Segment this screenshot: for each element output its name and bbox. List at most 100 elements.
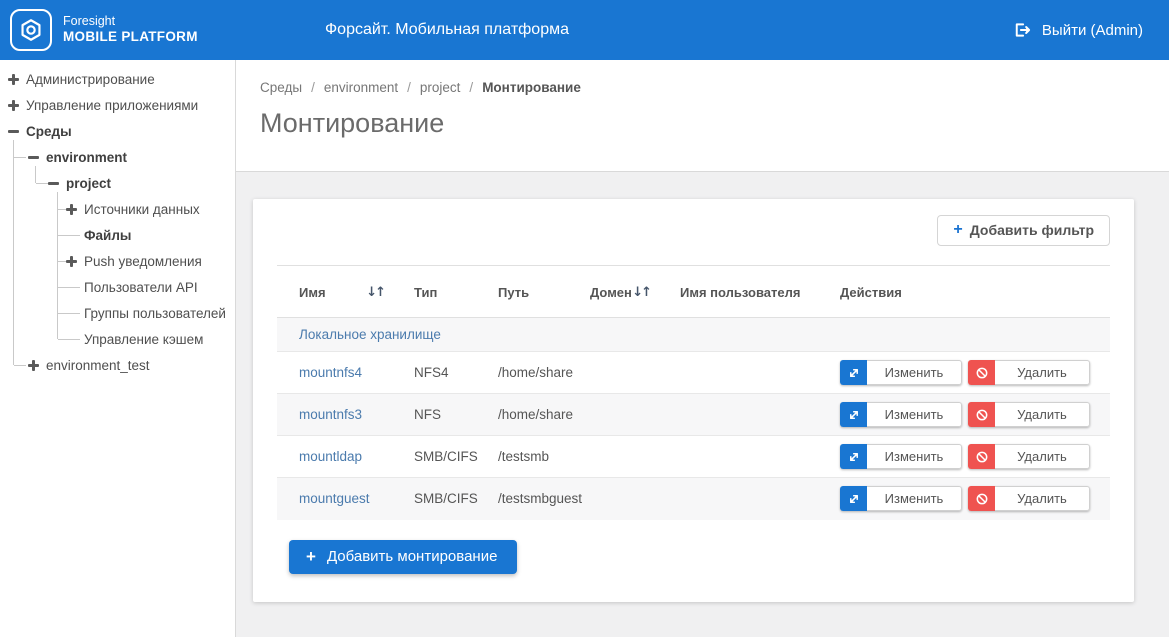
sidebar-item-label: Управление приложениями bbox=[26, 98, 198, 113]
breadcrumb-separator: / bbox=[311, 80, 315, 95]
mount-path-cell: /home/share bbox=[476, 352, 568, 394]
delete-ban-icon bbox=[968, 486, 995, 511]
logo-line2: MOBILE PLATFORM bbox=[63, 29, 198, 46]
breadcrumb-link-project[interactable]: project bbox=[420, 80, 461, 95]
mount-domain-cell bbox=[568, 352, 658, 394]
mounts-table: Имя ↓↑ Тип Путь bbox=[277, 265, 1110, 520]
mount-username-cell bbox=[658, 352, 818, 394]
sidebar-item-label: Источники данных bbox=[84, 202, 200, 217]
sidebar-tree: Администрирование Управление приложениям… bbox=[0, 60, 236, 637]
sidebar-item-environment[interactable]: environment bbox=[0, 144, 235, 170]
logout-button[interactable]: Выйти (Admin) bbox=[1013, 21, 1143, 39]
delete-button[interactable]: Удалить bbox=[968, 360, 1090, 385]
sidebar-item-app-management[interactable]: Управление приложениями bbox=[0, 92, 235, 118]
column-label: Путь bbox=[498, 285, 529, 300]
plus-icon: + bbox=[306, 548, 316, 565]
sidebar-item-label: environment bbox=[46, 150, 127, 165]
edit-button[interactable]: Изменить bbox=[840, 402, 962, 427]
delete-button[interactable]: Удалить bbox=[968, 444, 1090, 469]
add-mount-button[interactable]: + Добавить монтирование bbox=[289, 540, 517, 574]
sort-icon[interactable]: ↓↑ bbox=[632, 285, 652, 300]
sidebar-item-label: Push уведомления bbox=[84, 254, 202, 269]
delete-button[interactable]: Удалить bbox=[968, 486, 1090, 511]
expand-plus-icon[interactable] bbox=[66, 256, 77, 267]
sidebar-item-api-users[interactable]: Пользователи API bbox=[0, 274, 235, 300]
delete-ban-icon bbox=[968, 444, 995, 469]
edit-label: Изменить bbox=[867, 444, 962, 469]
column-header-username: Имя пользователя bbox=[658, 266, 818, 318]
mount-name-link[interactable]: mountnfs4 bbox=[299, 365, 362, 380]
edit-arrows-icon bbox=[840, 486, 867, 511]
mount-path-cell: /testsmb bbox=[476, 436, 568, 478]
mount-type-cell: SMB/CIFS bbox=[392, 478, 476, 520]
breadcrumb-link-environment[interactable]: environment bbox=[324, 80, 398, 95]
column-header-actions: Действия bbox=[818, 266, 1110, 318]
group-row-local-storage: Локальное хранилище bbox=[277, 318, 1110, 352]
collapse-minus-icon[interactable] bbox=[28, 152, 39, 163]
local-storage-link[interactable]: Локальное хранилище bbox=[299, 327, 441, 342]
delete-label: Удалить bbox=[995, 486, 1090, 511]
delete-button[interactable]: Удалить bbox=[968, 402, 1090, 427]
mount-username-cell bbox=[658, 478, 818, 520]
page-title: Монтирование bbox=[260, 108, 1169, 139]
mount-type-cell: NFS4 bbox=[392, 352, 476, 394]
expand-plus-icon[interactable] bbox=[8, 100, 19, 111]
sidebar-item-administration[interactable]: Администрирование bbox=[0, 66, 235, 92]
sidebar-item-cache-management[interactable]: Управление кэшем bbox=[0, 326, 235, 352]
add-filter-button[interactable]: + Добавить фильтр bbox=[937, 215, 1110, 246]
sidebar-item-project[interactable]: project bbox=[0, 170, 235, 196]
column-header-name[interactable]: Имя ↓↑ bbox=[277, 266, 392, 318]
breadcrumb: Среды / environment / project / Монтиров… bbox=[236, 60, 1169, 95]
sidebar-item-label: Группы пользователей bbox=[84, 306, 226, 321]
breadcrumb-link-environments[interactable]: Среды bbox=[260, 80, 302, 95]
sidebar-item-data-sources[interactable]: Источники данных bbox=[0, 196, 235, 222]
edit-button[interactable]: Изменить bbox=[840, 444, 962, 469]
delete-label: Удалить bbox=[995, 402, 1090, 427]
edit-button[interactable]: Изменить bbox=[840, 486, 962, 511]
sidebar-item-label: Среды bbox=[26, 124, 72, 139]
logo-line1: Foresight bbox=[63, 14, 198, 30]
edit-arrows-icon bbox=[840, 360, 867, 385]
collapse-minus-icon[interactable] bbox=[8, 126, 19, 137]
sidebar-item-user-groups[interactable]: Группы пользователей bbox=[0, 300, 235, 326]
edit-label: Изменить bbox=[867, 402, 962, 427]
mount-domain-cell bbox=[568, 436, 658, 478]
mount-path-cell: /home/share bbox=[476, 394, 568, 436]
sidebar-item-push-notifications[interactable]: Push уведомления bbox=[0, 248, 235, 274]
logout-label: Выйти (Admin) bbox=[1042, 22, 1143, 39]
table-row: mountguest SMB/CIFS /testsmbguest bbox=[277, 478, 1110, 520]
expand-plus-icon[interactable] bbox=[66, 204, 77, 215]
mount-type-cell: SMB/CIFS bbox=[392, 436, 476, 478]
sort-icon[interactable]: ↓↑ bbox=[366, 285, 386, 300]
mounts-card: + Добавить фильтр Имя bbox=[253, 199, 1134, 602]
mount-name-link[interactable]: mountldap bbox=[299, 449, 362, 464]
expand-plus-icon[interactable] bbox=[28, 360, 39, 371]
mount-type-cell: NFS bbox=[392, 394, 476, 436]
breadcrumb-current: Монтирование bbox=[482, 80, 581, 95]
app-title: Форсайт. Мобильная платформа bbox=[325, 21, 569, 39]
sidebar-item-environments[interactable]: Среды bbox=[0, 118, 235, 144]
column-header-domain[interactable]: Домен ↓↑ bbox=[568, 266, 658, 318]
sidebar-item-environment-test[interactable]: environment_test bbox=[0, 352, 235, 378]
table-header-row: Имя ↓↑ Тип Путь bbox=[277, 266, 1110, 318]
sidebar-item-label: Администрирование bbox=[26, 72, 155, 87]
mount-path-cell: /testsmbguest bbox=[476, 478, 568, 520]
logo[interactable]: Foresight MOBILE PLATFORM bbox=[10, 9, 198, 51]
expand-plus-icon[interactable] bbox=[8, 74, 19, 85]
add-mount-label: Добавить монтирование bbox=[327, 548, 497, 565]
column-label: Тип bbox=[414, 285, 437, 300]
column-label: Имя пользователя bbox=[680, 285, 800, 300]
delete-label: Удалить bbox=[995, 444, 1090, 469]
sidebar-item-files[interactable]: Файлы bbox=[0, 222, 235, 248]
sidebar-item-label: Файлы bbox=[84, 228, 131, 243]
column-header-path: Путь bbox=[476, 266, 568, 318]
page-header-section: Среды / environment / project / Монтиров… bbox=[236, 60, 1169, 172]
edit-button[interactable]: Изменить bbox=[840, 360, 962, 385]
collapse-minus-icon[interactable] bbox=[48, 178, 59, 189]
mount-name-link[interactable]: mountguest bbox=[299, 491, 370, 506]
mount-name-link[interactable]: mountnfs3 bbox=[299, 407, 362, 422]
logo-text: Foresight MOBILE PLATFORM bbox=[63, 14, 198, 47]
table-row: mountnfs3 NFS /home/share bbox=[277, 394, 1110, 436]
app-header: Foresight MOBILE PLATFORM Форсайт. Мобил… bbox=[0, 0, 1169, 60]
delete-ban-icon bbox=[968, 360, 995, 385]
